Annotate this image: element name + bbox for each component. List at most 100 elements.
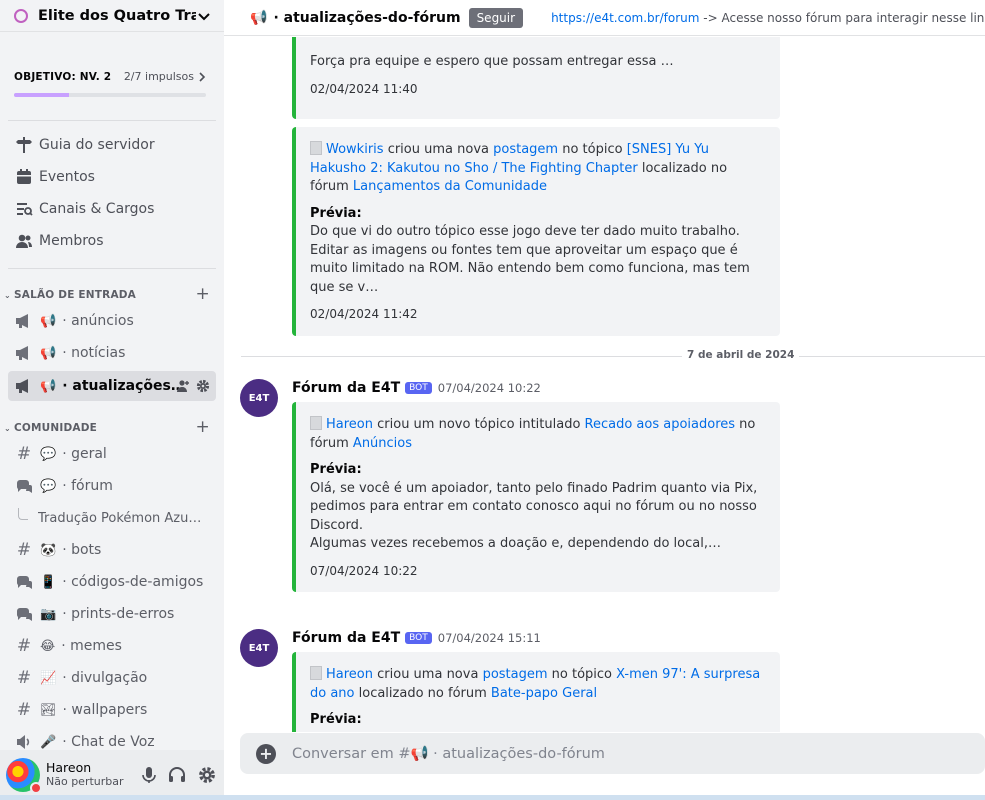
boost-goal[interactable]: OBJETIVO: NV. 2 2/7 impulsos [14, 70, 206, 97]
nav-label: Eventos [39, 169, 95, 185]
embed-card: Força pra equipe e espero que possam ent… [292, 37, 780, 119]
post-link[interactable]: postagem [493, 142, 558, 157]
forum-link[interactable]: Anúncios [353, 436, 412, 451]
thread-traducao-pokemon[interactable]: Tradução Pokémon Azu… [18, 507, 214, 529]
server-header[interactable]: Elite dos Quatro Trad… [0, 0, 224, 32]
nav-channels-roles[interactable]: Canais & Cargos [14, 196, 154, 222]
embed-card: Hareon criou uma nova postagem no tópico… [292, 652, 780, 732]
channels-roles-icon [14, 199, 34, 219]
add-channel-icon[interactable]: + [196, 284, 210, 304]
embed-card: Hareon criou um novo tópico intitulado R… [292, 402, 780, 592]
boost-progress-fill [14, 93, 69, 97]
channel-header: 📢 · atualizações-do-fórum Seguir https:/… [224, 0, 985, 36]
announcement-icon [14, 313, 34, 329]
members-icon [14, 231, 34, 251]
embed-preview-text: Força pra equipe e espero que possam ent… [310, 54, 674, 69]
channel-forum[interactable]: 💬 · fórum [8, 471, 216, 501]
category-comunidade[interactable]: ⌄ COMUNIDADE + [4, 417, 212, 437]
channel-emoji: 💬 [40, 446, 57, 462]
bot-badge: BOT [405, 382, 432, 394]
channel-name: · fórum [62, 478, 113, 494]
date-divider: 7 de abril de 2024 [241, 349, 985, 361]
add-attachment-icon[interactable]: + [256, 743, 276, 764]
user-info[interactable]: Hareon Não perturbar [46, 761, 142, 788]
channel-atualizacoes-do-forum[interactable]: 📢 · atualizações… [8, 371, 216, 401]
channel-prints-de-erros[interactable]: 📷 · prints-de-erros [8, 599, 216, 629]
bot-avatar[interactable]: E4T [240, 629, 278, 667]
channel-emoji: 🐼 [40, 542, 57, 558]
thread-branch-icon [18, 508, 28, 520]
divider [8, 120, 216, 121]
channel-memes[interactable]: # 😂 · memes [8, 631, 216, 661]
boost-progress-bar [14, 93, 206, 97]
author-link[interactable]: Hareon [326, 417, 373, 432]
speaker-icon [14, 734, 34, 750]
headphones-icon[interactable] [168, 766, 186, 784]
channel-codigos-de-amigos[interactable]: 📱 · códigos-de-amigos [8, 567, 216, 597]
bottom-strip [0, 795, 985, 800]
microphone-icon[interactable] [142, 766, 156, 784]
channel-divulgacao[interactable]: # 📈 · divulgação [8, 663, 216, 693]
channel-anuncios[interactable]: 📢 · anúncios [8, 306, 216, 336]
channel-emoji: 📢 [40, 378, 57, 394]
server-name: Elite dos Quatro Trad… [38, 7, 196, 24]
channel-bots[interactable]: # 🐼 · bots [8, 535, 216, 565]
channel-emoji: 📢 [40, 345, 57, 361]
avatar[interactable] [6, 758, 42, 794]
topic-link[interactable]: https://e4t.com.br/forum [551, 11, 699, 25]
preview-label: Prévia: [310, 462, 362, 477]
bot-avatar[interactable]: E4T [240, 379, 278, 417]
gear-icon[interactable] [196, 379, 210, 393]
message-list[interactable]: Força pra equipe e espero que possam ent… [224, 37, 985, 732]
boost-count-text: 2/7 impulsos [123, 70, 194, 83]
channel-geral[interactable]: # 💬 · geral [8, 439, 216, 469]
embed-timestamp: 07/04/2024 10:22 [310, 563, 418, 578]
thread-name: Tradução Pokémon Azu… [38, 510, 202, 526]
boost-count: 2/7 impulsos [124, 70, 206, 83]
channel-name: · notícias [62, 345, 126, 361]
nav-server-guide[interactable]: Guia do servidor [14, 132, 155, 158]
forum-link[interactable]: Bate-papo Geral [491, 686, 597, 701]
author-link[interactable]: Hareon [326, 667, 373, 682]
embed-preview-text: Olá, se você é um apoiador, tanto pelo f… [310, 480, 758, 533]
hashtag-icon: # [16, 444, 32, 464]
nav-label: Guia do servidor [39, 137, 155, 153]
document-icon [310, 416, 322, 430]
bot-badge: BOT [405, 632, 432, 644]
channel-noticias[interactable]: 📢 · notícias [8, 338, 216, 368]
author-name[interactable]: Fórum da E4T [292, 380, 400, 396]
message-composer[interactable]: + Conversar em #📢 · atualizações-do-fóru… [240, 733, 985, 774]
topic-text: -> Acesse nosso fórum para interagir nes… [699, 10, 985, 25]
settings-gear-icon[interactable] [198, 766, 216, 784]
channel-emoji: 🎤 [40, 734, 57, 750]
embed-text: no tópico [547, 667, 617, 682]
document-icon [310, 666, 322, 680]
username: Hareon [46, 760, 92, 776]
embed-text: criou uma nova [373, 667, 483, 682]
channel-wallpapers[interactable]: # 🏞 · wallpapers [8, 695, 216, 725]
chevron-down-icon: ⌄ [4, 423, 11, 433]
invite-user-icon[interactable] [176, 379, 190, 393]
forum-link[interactable]: Lançamentos da Comunidade [353, 179, 547, 194]
post-link[interactable]: postagem [483, 667, 548, 682]
forum-icon [14, 606, 34, 622]
category-salao-de-entrada[interactable]: ⌄ SALÃO DE ENTRADA + [4, 284, 212, 304]
nav-events[interactable]: Eventos [14, 164, 95, 190]
preview-label: Prévia: [310, 712, 362, 727]
add-channel-icon[interactable]: + [196, 417, 210, 437]
chevron-down-icon [198, 12, 210, 20]
channel-name: · anúncios [62, 313, 134, 329]
embed-text: localizado no fórum [354, 685, 491, 701]
document-icon [310, 141, 322, 155]
announcement-icon [14, 345, 34, 361]
channel-name: · Chat de Voz [62, 734, 155, 750]
author-link[interactable]: Wowkiris [326, 142, 384, 157]
follow-button[interactable]: Seguir [468, 7, 524, 28]
author-name[interactable]: Fórum da E4T [292, 630, 400, 646]
category-label: SALÃO DE ENTRADA [14, 289, 137, 301]
topic-link[interactable]: Recado aos apoiadores [585, 417, 736, 432]
preview-label: Prévia: [310, 205, 362, 221]
embed-preview-text: Algumas vezes recebemos a doação e, depe… [310, 536, 721, 551]
divider [8, 268, 216, 269]
nav-members[interactable]: Membros [14, 228, 104, 254]
